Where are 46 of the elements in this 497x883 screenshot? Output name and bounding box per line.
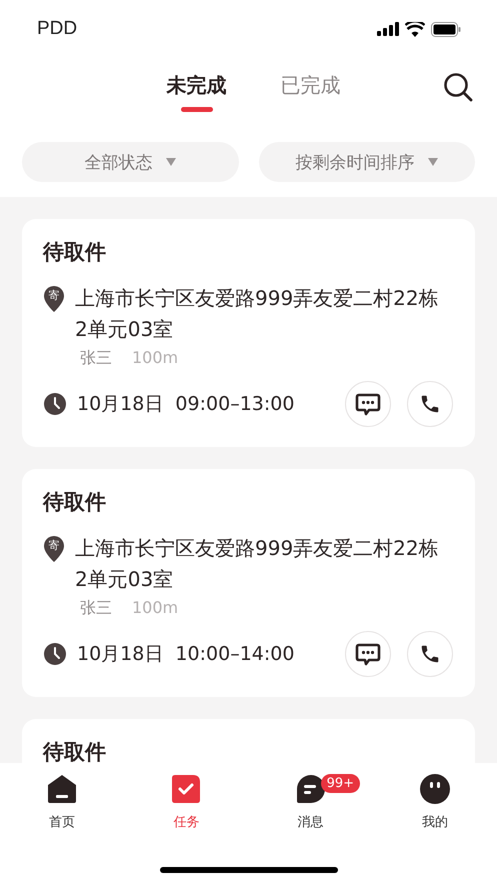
- chat-bubble-icon: [294, 773, 327, 805]
- time-window: 10月18日 10:00–14:00: [77, 641, 329, 667]
- pin-icon: 寄: [43, 535, 65, 563]
- message-button[interactable]: [345, 631, 391, 677]
- task-card[interactable]: 待取件 寄 上海市长宁区友爱路999弄友爱二村22栋2单元03室 张三 100m 10月18日 10:00–14:00: [22, 469, 475, 697]
- signal-icon: [377, 22, 399, 36]
- contact-name: 张三: [80, 597, 112, 619]
- tab[interactable]: 未完成: [166, 58, 226, 120]
- filter-dropdown[interactable]: 按剩余时间排序: [258, 142, 475, 182]
- carrier-name: PDD: [37, 18, 78, 40]
- card-title: 待取件: [43, 739, 107, 763]
- count-badge: 99+: [320, 774, 360, 793]
- time-window: 10月18日 09:00–13:00: [77, 391, 329, 417]
- checkmark-icon: [170, 773, 202, 805]
- nav-tab[interactable]: 我的: [372, 773, 497, 853]
- task-card[interactable]: 待取件 寄 上海市长宁区友爱路999弄友爱二村22栋2单元03室 张三 100m 10月18日 09:00–13:00: [22, 219, 475, 447]
- chat-bubble-icon: [355, 642, 381, 666]
- distance-text: 100m: [132, 347, 178, 369]
- clock-icon: [43, 642, 67, 666]
- card-title: 待取件: [43, 489, 107, 516]
- address-text: 上海市长宁区友爱路999弄友爱二村22栋2单元03室: [75, 285, 440, 343]
- message-button[interactable]: [345, 381, 391, 427]
- filter-dropdown[interactable]: 全部状态: [22, 142, 238, 182]
- nav-tab[interactable]: 任务: [124, 773, 248, 853]
- contact-name: 张三: [80, 347, 112, 369]
- address-text: 上海市长宁区友爱路999弄友爱二村22栋2单元03室: [75, 535, 440, 593]
- search-icon[interactable]: [443, 72, 473, 102]
- phone-icon: [419, 393, 441, 415]
- chat-bubble-icon: [355, 392, 381, 416]
- card-title: 待取件: [43, 239, 107, 266]
- distance-text: 100m: [132, 597, 178, 619]
- phone-icon: [419, 643, 441, 665]
- phone-button[interactable]: [407, 631, 453, 677]
- caret-icon: [428, 158, 438, 166]
- caret-icon: [166, 158, 176, 166]
- pin-icon: 寄: [43, 285, 65, 313]
- task-card[interactable]: 待取件: [22, 719, 475, 763]
- face-icon: [418, 773, 451, 805]
- clock-icon: [43, 392, 67, 416]
- nav-tab[interactable]: 首页: [0, 773, 124, 853]
- wifi-icon: [405, 22, 425, 36]
- tab[interactable]: 已完成: [280, 58, 340, 120]
- nav-tab[interactable]: 消息 99+: [248, 773, 373, 853]
- house-icon: [46, 773, 78, 805]
- battery-icon: [431, 22, 461, 36]
- phone-button[interactable]: [407, 381, 453, 427]
